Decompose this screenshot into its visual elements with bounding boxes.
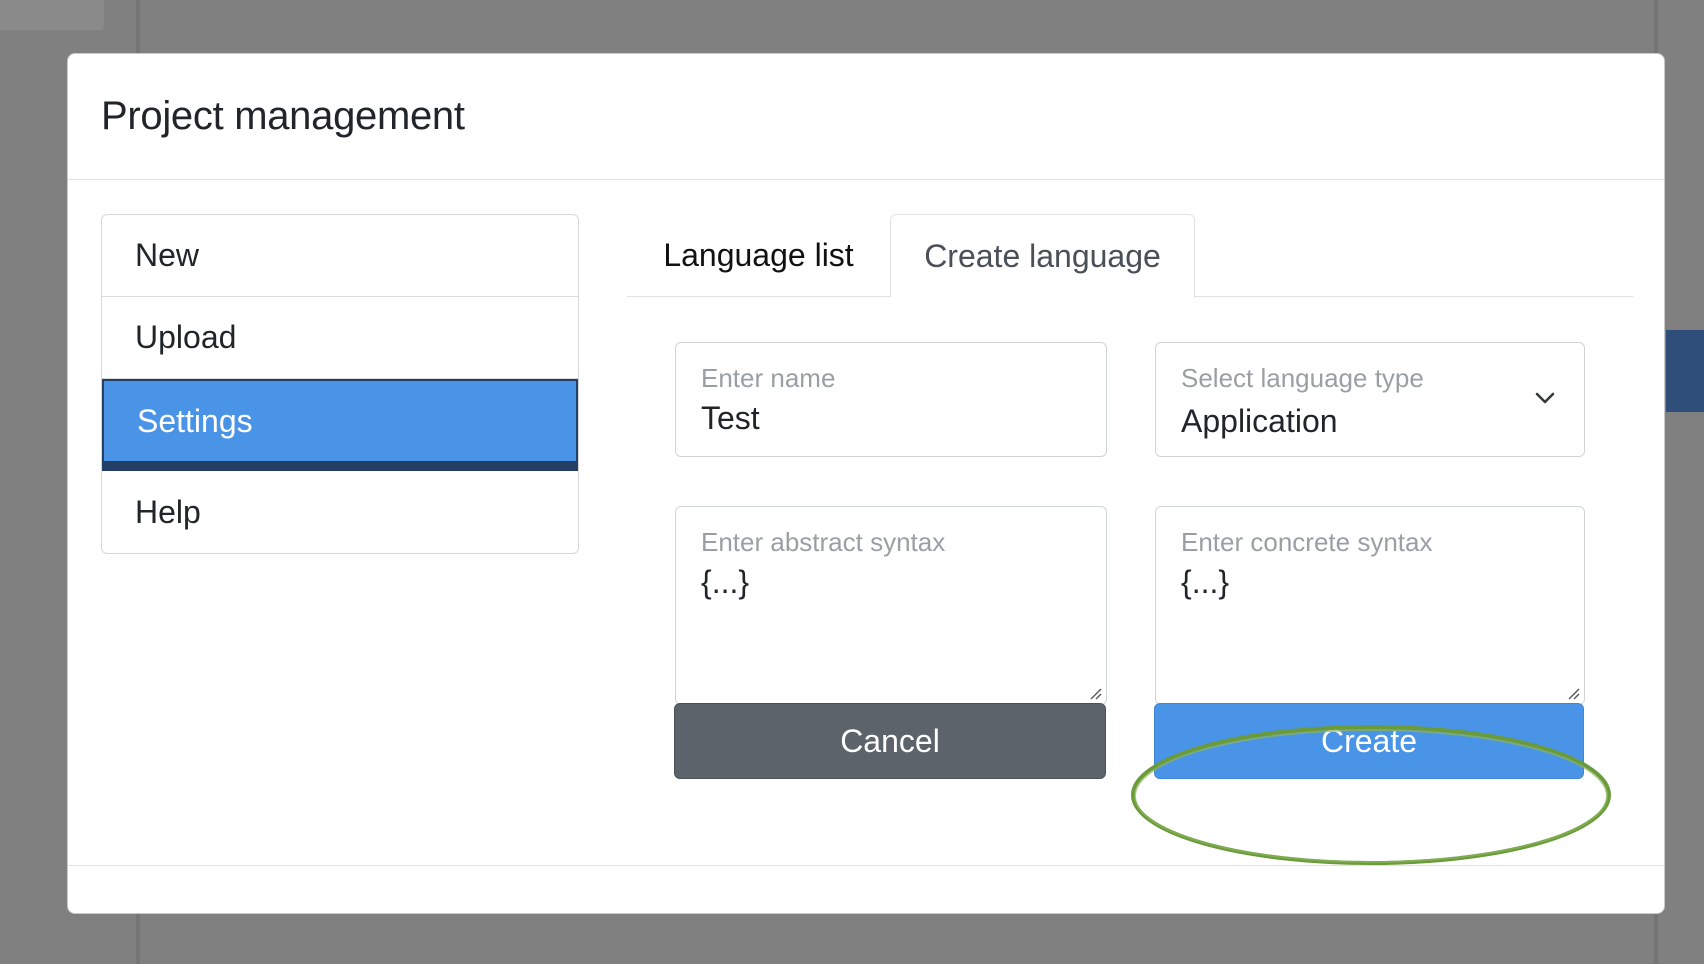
tab-language-list[interactable]: Language list — [627, 214, 890, 297]
modal-header: Project management — [68, 54, 1664, 180]
chevron-down-icon[interactable] — [1534, 387, 1556, 409]
language-tabs: Language list Create language — [627, 214, 1633, 298]
concrete-syntax-value[interactable]: {...} — [1181, 564, 1229, 601]
create-button[interactable]: Create — [1154, 703, 1584, 779]
sidebar-item-help[interactable]: Help — [102, 471, 578, 553]
resize-handle-icon[interactable] — [1087, 685, 1103, 701]
name-field[interactable]: Enter name Test — [675, 342, 1107, 457]
sidebar-item-upload[interactable]: Upload — [102, 297, 578, 379]
abstract-syntax-label: Enter abstract syntax — [701, 527, 946, 557]
resize-handle-icon[interactable] — [1565, 685, 1581, 701]
abstract-syntax-textarea[interactable]: Enter abstract syntax {...} — [675, 506, 1107, 705]
sidebar-item-settings[interactable]: Settings — [102, 379, 578, 471]
concrete-syntax-textarea[interactable]: Enter concrete syntax {...} — [1155, 506, 1585, 705]
language-type-value[interactable]: Application — [1181, 403, 1338, 440]
name-field-value[interactable]: Test — [701, 400, 760, 437]
backdrop-accent — [1666, 330, 1704, 412]
name-field-label: Enter name — [701, 363, 836, 393]
modal-title: Project management — [101, 94, 465, 138]
language-type-label: Select language type — [1181, 363, 1424, 393]
concrete-syntax-label: Enter concrete syntax — [1181, 527, 1433, 557]
project-management-modal: Project management New Upload Settings H… — [67, 53, 1665, 914]
language-type-select[interactable]: Select language type Application — [1155, 342, 1585, 457]
cancel-button[interactable]: Cancel — [674, 703, 1106, 779]
sidebar-item-new[interactable]: New — [102, 215, 578, 297]
tab-create-language[interactable]: Create language — [890, 214, 1195, 298]
sidebar-menu: New Upload Settings Help — [101, 214, 579, 554]
backdrop-panel — [0, 0, 104, 30]
abstract-syntax-value[interactable]: {...} — [701, 564, 749, 601]
